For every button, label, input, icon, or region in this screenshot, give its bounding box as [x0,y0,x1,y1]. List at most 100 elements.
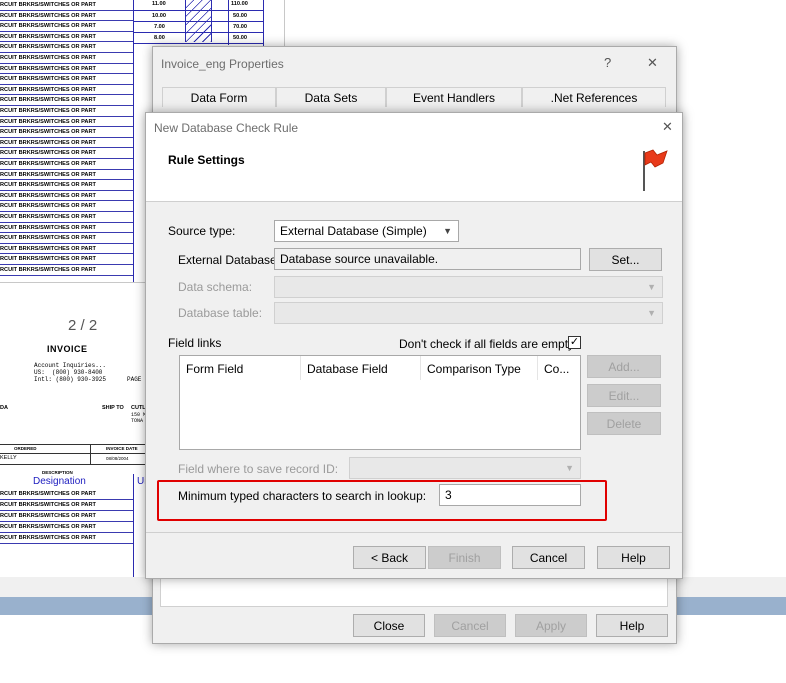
document-row: RCUIT BRKRS/SWITCHES OR PART [0,180,133,191]
database-table-label: Database table: [178,306,263,320]
document-row: RCUIT BRKRS/SWITCHES OR PART [0,233,133,244]
invoice-date-label: INVOICE DATE [106,446,138,451]
source-type-select[interactable]: External Database (Simple) ▼ [274,220,459,242]
document-row: RCUIT BRKRS/SWITCHES OR PART [0,191,133,202]
designation-label: Designation [33,476,86,487]
external-database-label: External Database [178,253,277,267]
data-schema-label: Data schema: [178,280,253,294]
table-border [228,0,229,45]
price-value: 110.00 [231,1,248,7]
tab-data-form[interactable]: Data Form [162,87,276,107]
close-icon[interactable]: ✕ [662,119,673,135]
document-row: RCUIT BRKRS/SWITCHES OR PART [0,74,133,85]
properties-tabs: Data Form Data Sets Event Handlers .Net … [162,87,666,107]
tab-net-references[interactable]: .Net References [522,87,666,107]
document-row: RCUIT BRKRS/SWITCHES OR PART [0,85,133,96]
tab-data-sets[interactable]: Data Sets [276,87,386,107]
da-label: DA [0,405,8,411]
document-row: RCUIT BRKRS/SWITCHES OR PART [0,533,133,544]
external-database-field: Database source unavailable. [274,248,581,270]
cancel-button[interactable]: Cancel [512,546,585,569]
column-comparison-type[interactable]: Comparison Type [421,356,538,380]
source-type-label: Source type: [168,224,236,238]
field-links-label: Field links [168,336,222,350]
invoice-date: 08/08/2004 [106,456,129,461]
document-row: RCUIT BRKRS/SWITCHES OR PART [0,32,133,43]
ship-to-name: CUTL [131,405,146,411]
document-row: RCUIT BRKRS/SWITCHES OR PART [0,201,133,212]
price-value: 70.00 [233,24,247,30]
document-row: RCUIT BRKRS/SWITCHES OR PART [0,244,133,255]
invoice-title: INVOICE [47,344,88,354]
close-button[interactable]: Close [353,614,425,637]
document-row: RCUIT BRKRS/SWITCHES OR PART [0,11,133,22]
rule-dialog: New Database Check Rule ✕ Rule Settings … [145,112,683,579]
finish-button[interactable]: Finish [428,546,501,569]
column-co[interactable]: Co... [538,356,580,380]
edit-button[interactable]: Edit... [587,384,661,407]
document-row: RCUIT BRKRS/SWITCHES OR PART [0,117,133,128]
apply-button[interactable]: Apply [515,614,587,637]
database-table-select[interactable]: ▼ [274,302,663,324]
document-row: RCUIT BRKRS/SWITCHES OR PART [0,511,133,522]
dont-check-checkbox[interactable]: ✓ [568,336,581,349]
document-row: RCUIT BRKRS/SWITCHES OR PART [0,64,133,75]
document-row: RCUIT BRKRS/SWITCHES OR PART [0,212,133,223]
save-record-label: Field where to save record ID: [178,462,339,476]
document-row: RCUIT BRKRS/SWITCHES OR PART [0,42,133,53]
document-row: RCUIT BRKRS/SWITCHES OR PART [0,127,133,138]
document-row: RCUIT BRKRS/SWITCHES OR PART [0,138,133,149]
red-flag-icon [639,147,669,193]
qty-value: 10.00 [152,13,166,19]
document-row: RCUIT BRKRS/SWITCHES OR PART [0,106,133,117]
highlight-box [157,480,607,521]
document-row: RCUIT BRKRS/SWITCHES OR PART [0,170,133,181]
qty-value: 8.00 [154,35,165,41]
column-database-field[interactable]: Database Field [301,356,421,380]
document-row: RCUIT BRKRS/SWITCHES OR PART [0,265,133,276]
price-value: 50.00 [233,35,247,41]
field-links-list[interactable]: Form Field Database Field Comparison Typ… [179,355,581,450]
close-icon[interactable]: ✕ [647,55,658,71]
document-row: RCUIT BRKRS/SWITCHES OR PART [0,148,133,159]
ship-to-label: SHIP TO [102,405,124,411]
document-row: RCUIT BRKRS/SWITCHES OR PART [0,489,133,500]
document-row: RCUIT BRKRS/SWITCHES OR PART [0,0,133,11]
document-row: RCUIT BRKRS/SWITCHES OR PART [0,223,133,234]
document-row: RCUIT BRKRS/SWITCHES OR PART [0,254,133,265]
properties-dialog-title: Invoice_eng Properties [161,57,284,71]
qty-value: 11.00 [152,1,166,7]
ship-to-address: TONA [131,418,144,424]
set-button[interactable]: Set... [589,248,662,271]
rule-settings-heading: Rule Settings [168,153,245,167]
dont-check-label: Don't check if all fields are empty [399,337,575,351]
ordered-label: ORDERED [14,446,37,451]
page-label: PAGE [127,376,142,383]
document-row: RCUIT BRKRS/SWITCHES OR PART [0,500,133,511]
help-button[interactable]: Help [597,546,670,569]
price-value: 50.00 [233,13,247,19]
back-button[interactable]: < Back [353,546,426,569]
add-button[interactable]: Add... [587,355,661,378]
page-indicator: 2 / 2 [68,317,98,334]
document-row: RCUIT BRKRS/SWITCHES OR PART [0,53,133,64]
description-label: DESCRIPTION [42,470,73,475]
contact-info: Account Inquiries... US: (800) 930-8400 … [34,362,107,383]
customer-name: KELLY [0,455,17,461]
document-row: RCUIT BRKRS/SWITCHES OR PART [0,21,133,32]
qty-value: 7.00 [154,24,165,30]
column-form-field[interactable]: Form Field [180,356,301,380]
save-record-select[interactable]: ▼ [349,457,581,479]
invoice-header-table: ORDERED INVOICE DATE KELLY 08/08/2004 [0,444,150,465]
help-button[interactable]: Help [596,614,668,637]
document-row: RCUIT BRKRS/SWITCHES OR PART [0,522,133,533]
data-schema-select[interactable]: ▼ [274,276,663,298]
delete-button[interactable]: Delete [587,412,661,435]
tab-event-handlers[interactable]: Event Handlers [386,87,522,107]
cancel-button[interactable]: Cancel [434,614,506,637]
rule-dialog-title: New Database Check Rule [154,121,299,135]
document-row: RCUIT BRKRS/SWITCHES OR PART [0,159,133,170]
document-row: RCUIT BRKRS/SWITCHES OR PART [0,95,133,106]
help-icon[interactable]: ? [604,55,611,70]
table-border [133,474,134,581]
